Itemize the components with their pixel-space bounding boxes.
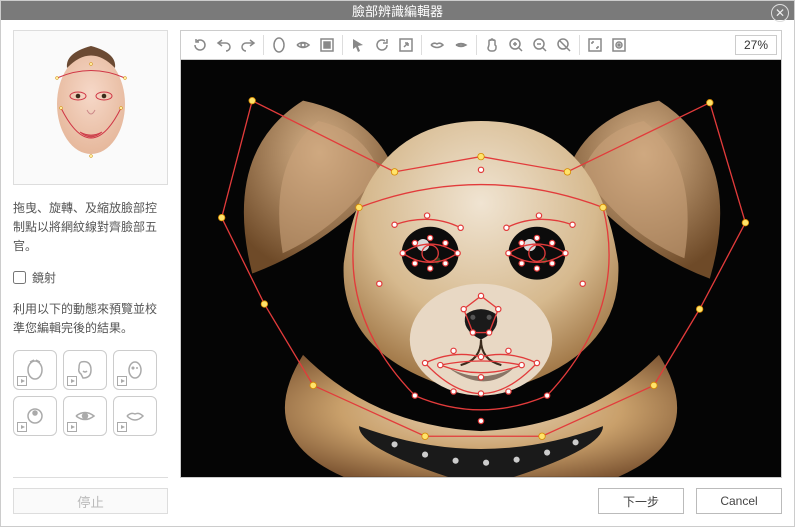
zoom-out-icon (532, 37, 548, 53)
sidebar: 拖曳、旋轉、及縮放臉部控制點以將網紋線對齊臉部五官。 鏡射 利用以下的動態來預覽… (13, 30, 168, 514)
subject-image (181, 60, 781, 477)
redo-button[interactable] (237, 34, 259, 56)
lips-outer-icon (429, 37, 445, 53)
editor-window: 臉部辨識編輯器 ✕ (0, 0, 795, 527)
mirror-label: 鏡射 (32, 269, 56, 286)
zoom-out-button[interactable] (529, 34, 551, 56)
face-outline-button[interactable] (268, 34, 290, 56)
zoom-reset-button[interactable] (553, 34, 575, 56)
zoom-level-display[interactable]: 27% (735, 35, 777, 55)
main-panel: 27% (180, 30, 782, 514)
play-icon (117, 422, 127, 432)
next-button[interactable]: 下一步 (598, 488, 684, 514)
reset-button[interactable] (189, 34, 211, 56)
zoom-in-icon (508, 37, 524, 53)
hint-text-2: 利用以下的動態來預覽並校準您編輯完後的結果。 (13, 300, 168, 338)
undo-icon (216, 37, 232, 53)
lips-inner-icon (453, 37, 469, 53)
preview-face-button[interactable] (13, 350, 57, 390)
play-icon (67, 422, 77, 432)
pan-button[interactable] (481, 34, 503, 56)
mirror-checkbox-row[interactable]: 鏡射 (13, 269, 168, 286)
undo-button[interactable] (213, 34, 235, 56)
titlebar: 臉部辨識編輯器 ✕ (1, 1, 794, 20)
preview-eyeroll-button[interactable] (13, 396, 57, 436)
zoom-reset-icon (556, 37, 572, 53)
close-icon: ✕ (775, 6, 785, 20)
lips-outer-button[interactable] (426, 34, 448, 56)
preview-talk-button[interactable] (63, 350, 107, 390)
redo-icon (240, 37, 256, 53)
footer: 下一步 Cancel (180, 488, 782, 514)
close-button[interactable]: ✕ (771, 4, 789, 22)
preview-look-button[interactable] (63, 396, 107, 436)
stop-row: 停止 (13, 477, 168, 514)
actual-size-button[interactable] (608, 34, 630, 56)
reference-face-mesh (47, 38, 135, 178)
hint-text-1: 拖曳、旋轉、及縮放臉部控制點以將網紋線對齊臉部五官。 (13, 199, 168, 257)
preview-grid (13, 350, 168, 436)
reference-thumbnail (13, 30, 168, 185)
zoom-in-button[interactable] (505, 34, 527, 56)
eye-outline-button[interactable] (292, 34, 314, 56)
fit-icon (587, 37, 603, 53)
image-canvas[interactable] (180, 60, 782, 478)
reset-icon (192, 37, 208, 53)
pointer-button[interactable] (347, 34, 369, 56)
rotate-button[interactable] (371, 34, 393, 56)
play-icon (117, 376, 127, 386)
body: 拖曳、旋轉、及縮放臉部控制點以將網紋線對齊臉部五官。 鏡射 利用以下的動態來預覽… (1, 20, 794, 526)
play-icon (67, 376, 77, 386)
fit-button[interactable] (584, 34, 606, 56)
actual-size-icon (611, 37, 627, 53)
window-title: 臉部辨識編輯器 (352, 1, 443, 20)
scale-icon (398, 37, 414, 53)
play-icon (17, 376, 27, 386)
mask-button[interactable] (316, 34, 338, 56)
toolbar: 27% (180, 30, 782, 60)
scale-button[interactable] (395, 34, 417, 56)
eye-outline-icon (295, 37, 311, 53)
rotate-icon (374, 37, 390, 53)
play-icon (17, 422, 27, 432)
face-outline-icon (271, 37, 287, 53)
preview-mouth-button[interactable] (113, 396, 157, 436)
hand-icon (484, 37, 500, 53)
lips-inner-button[interactable] (450, 34, 472, 56)
cancel-button[interactable]: Cancel (696, 488, 782, 514)
pointer-icon (350, 37, 366, 53)
mask-icon (319, 37, 335, 53)
preview-wink-button[interactable] (113, 350, 157, 390)
mirror-checkbox[interactable] (13, 271, 26, 284)
stop-button[interactable]: 停止 (13, 488, 168, 514)
